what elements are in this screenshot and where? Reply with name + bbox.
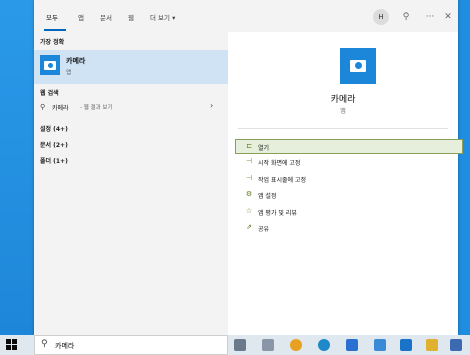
best-match-subtitle: 앱	[66, 70, 72, 76]
taskbar: ⚲ 카메라	[0, 335, 470, 355]
star-icon: ☆	[245, 207, 253, 215]
action-share[interactable]: ⇗ 공유	[236, 221, 461, 234]
chevron-right-icon[interactable]: ›	[210, 101, 213, 110]
action-pin-start[interactable]: ⊣ 시작 화면에 고정	[236, 155, 461, 168]
tab-web[interactable]: 웹	[128, 12, 134, 22]
calculator-icon[interactable]	[262, 339, 274, 351]
action-label: 앱 설정	[258, 193, 277, 200]
tab-documents[interactable]: 문서	[100, 12, 112, 22]
results-list: 가장 정확 카메라 앱 웹 검색 ⚲ 카메라 - 웹 결과 보기 › 설정 (4…	[34, 32, 228, 335]
open-icon: ⊏	[246, 142, 252, 150]
search-icon: ⚲	[41, 339, 48, 349]
preview-divider	[238, 128, 448, 129]
feedback-icon[interactable]: ⚲	[398, 9, 414, 25]
best-match-title: 카메라	[66, 57, 86, 65]
windows-start-icon[interactable]	[6, 339, 18, 351]
share-icon: ⇗	[246, 223, 252, 231]
more-options-icon[interactable]: ···	[422, 9, 438, 25]
search-icon: ⚲	[40, 103, 46, 111]
best-match-item[interactable]: 카메라 앱	[34, 50, 228, 84]
best-match-header: 가장 정확	[40, 39, 65, 46]
action-rate-review[interactable]: ☆ 앱 평가 및 리뷰	[236, 205, 461, 218]
close-icon[interactable]: ✕	[440, 9, 456, 25]
action-label: 앱 평가 및 리뷰	[258, 210, 297, 217]
tab-more[interactable]: 더 보기 ▾	[150, 12, 175, 22]
pin-icon: ⊣	[245, 174, 253, 182]
browser-icon[interactable]	[346, 339, 358, 351]
calendar-icon[interactable]	[450, 339, 462, 351]
task-view-icon[interactable]	[234, 339, 246, 351]
settings-group[interactable]: 설정 (4+)	[40, 124, 68, 133]
preview-app-type: 앱	[340, 108, 346, 115]
action-open[interactable]: ⊏ 열기	[235, 139, 463, 154]
desktop-background	[0, 0, 34, 335]
action-app-settings[interactable]: ⚙ 앱 설정	[236, 188, 461, 201]
camera-app-icon	[40, 55, 60, 75]
app-icon[interactable]	[374, 339, 386, 351]
web-search-item[interactable]: ⚲ 카메라 - 웹 결과 보기 ›	[34, 100, 228, 114]
gear-icon: ⚙	[245, 190, 253, 198]
action-label: 열기	[258, 145, 270, 152]
action-label: 공유	[258, 226, 270, 233]
taskbar-search-text: 카메라	[55, 342, 75, 350]
account-avatar[interactable]: H	[373, 9, 389, 25]
chrome-icon[interactable]	[290, 339, 302, 351]
edge-icon[interactable]	[318, 339, 330, 351]
action-pin-taskbar[interactable]: ⊣ 작업 표시줄에 고정	[236, 172, 461, 185]
web-search-header: 웹 검색	[40, 90, 59, 97]
preview-pane: 카메라 앱 ⊏ 열기 ⊣ 시작 화면에 고정 ⊣ 작업 표시줄에 고정 ⚙ 앱 …	[228, 32, 463, 335]
tab-all[interactable]: 모두	[46, 12, 58, 22]
pin-icon: ⊣	[245, 157, 253, 165]
action-label: 작업 표시줄에 고정	[258, 177, 306, 184]
taskbar-search-input[interactable]: ⚲ 카메라	[34, 335, 228, 355]
web-query-suffix: - 웹 결과 보기	[80, 105, 113, 111]
file-explorer-icon[interactable]	[426, 339, 438, 351]
action-label: 시작 화면에 고정	[258, 160, 301, 167]
documents-group[interactable]: 문서 (2+)	[40, 140, 68, 149]
active-tab-indicator	[44, 29, 66, 31]
search-panel: 모두 앱 문서 웹 더 보기 ▾ H ⚲ ··· ✕ 가장 정확 카메라 앱 웹…	[34, 0, 463, 335]
preview-app-name: 카메라	[330, 95, 356, 105]
web-query: 카메라	[52, 105, 69, 112]
folders-group[interactable]: 폴더 (1+)	[40, 156, 68, 165]
search-tabs: 모두 앱 문서 웹 더 보기 ▾ H ⚲ ··· ✕	[34, 0, 458, 32]
store-icon[interactable]	[400, 339, 412, 351]
tab-apps[interactable]: 앱	[78, 12, 84, 22]
camera-app-large-icon	[340, 48, 376, 84]
